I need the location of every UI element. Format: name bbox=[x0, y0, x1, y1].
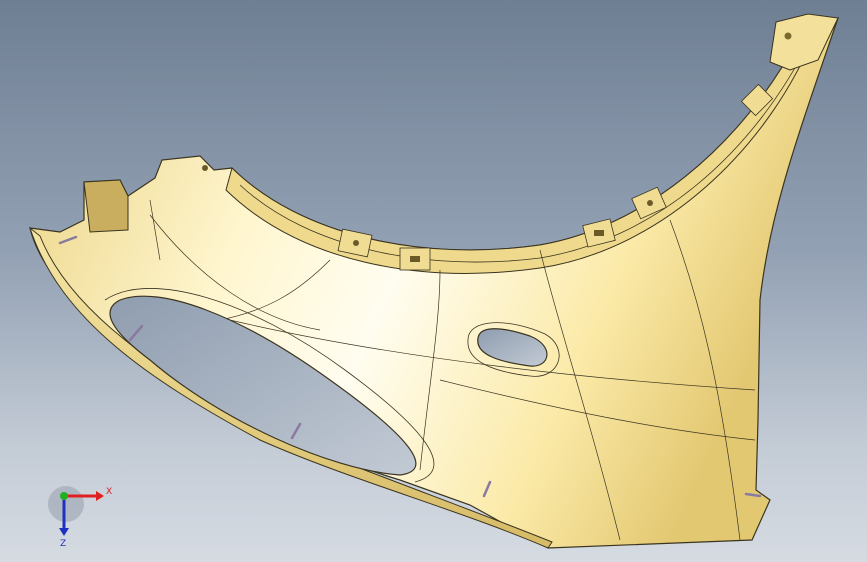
x-axis-label: X bbox=[106, 487, 112, 497]
axis-triad: X Z bbox=[48, 486, 112, 549]
z-axis-label: Z bbox=[60, 539, 66, 549]
fender-model[interactable] bbox=[0, 0, 867, 562]
x-axis-arrowhead bbox=[96, 491, 104, 501]
rear-boss bbox=[83, 179, 129, 233]
cad-viewport[interactable]: X Z bbox=[0, 0, 867, 562]
y-axis-marker bbox=[60, 492, 68, 500]
fender-body bbox=[29, 16, 840, 549]
top-bracket-hole bbox=[784, 32, 792, 40]
triad-origin-shade bbox=[48, 486, 84, 522]
z-axis-arrowhead bbox=[59, 528, 69, 536]
